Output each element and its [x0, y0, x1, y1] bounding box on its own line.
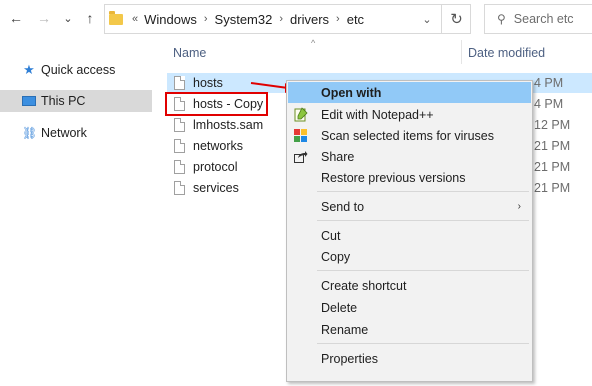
breadcrumb-windows[interactable]: Windows — [144, 12, 197, 27]
menu-item-restore-previous-versions[interactable]: Restore previous versions — [288, 167, 531, 188]
file-icon — [174, 160, 185, 174]
sort-ascending-icon: ^ — [311, 38, 316, 48]
file-row-lmhosts[interactable]: lmhosts.sam — [167, 115, 263, 135]
back-button[interactable]: ← — [6, 8, 26, 28]
chevron-down-icon: ⌄ — [422, 13, 432, 26]
menu-item-label: Cut — [321, 228, 341, 243]
menu-item-label: Copy — [321, 249, 351, 264]
nav-this-pc[interactable]: This PC — [0, 90, 152, 112]
file-row-protocol[interactable]: protocol — [167, 157, 237, 177]
column-header-name[interactable]: Name — [173, 46, 206, 60]
file-icon — [174, 181, 185, 195]
file-date: 21 PM — [534, 139, 571, 153]
menu-item-send-to[interactable]: Send to › — [288, 196, 531, 217]
computer-icon — [22, 95, 36, 106]
file-name: protocol — [193, 160, 238, 174]
address-dropdown-button[interactable]: ⌄ — [413, 4, 441, 34]
file-date: 21 PM — [534, 181, 571, 195]
refresh-button[interactable]: ↻ — [441, 4, 471, 34]
file-date: 4 PM — [534, 76, 564, 90]
context-menu: Open with Edit with Notepad++ Scan selec… — [286, 80, 533, 382]
breadcrumb-system32[interactable]: System32 — [215, 12, 273, 27]
column-divider[interactable] — [461, 40, 462, 64]
breadcrumb-drivers[interactable]: drivers — [290, 12, 329, 27]
nav-label: Network — [41, 126, 87, 140]
menu-separator — [317, 343, 529, 344]
breadcrumb-separator[interactable]: › — [204, 13, 208, 25]
breadcrumb-etc[interactable]: etc — [347, 12, 364, 27]
menu-item-copy[interactable]: Copy — [288, 246, 531, 267]
menu-item-label: Create shortcut — [321, 278, 407, 293]
folder-icon — [109, 10, 123, 25]
menu-item-label: Properties — [321, 351, 378, 366]
file-name: networks — [193, 139, 244, 153]
back-arrow-icon: ← — [9, 10, 23, 26]
menu-item-share[interactable]: Share — [288, 146, 531, 167]
menu-item-label: Scan selected items for viruses — [321, 128, 494, 143]
submenu-chevron-icon: › — [517, 201, 521, 212]
up-button[interactable]: ↑ — [80, 8, 100, 28]
notepadplusplus-icon — [292, 107, 308, 123]
search-placeholder: Search etc — [513, 12, 574, 26]
file-name: lmhosts.sam — [193, 118, 264, 132]
star-icon: ★ — [23, 62, 35, 77]
file-icon — [174, 97, 185, 111]
forward-arrow-icon: → — [37, 10, 51, 26]
nav-quick-access[interactable]: ★ Quick access — [0, 59, 152, 81]
file-name: hosts — [193, 76, 223, 90]
menu-item-label: Edit with Notepad++ — [321, 107, 434, 122]
file-date: 12 PM — [534, 118, 571, 132]
refresh-icon: ↻ — [450, 11, 463, 28]
menu-item-label: Share — [321, 149, 355, 164]
network-icon: ⛓ — [22, 126, 38, 140]
menu-separator — [317, 220, 529, 221]
file-icon — [174, 118, 185, 132]
breadcrumb-separator[interactable]: › — [279, 13, 283, 25]
menu-item-label: Delete — [321, 300, 358, 315]
menu-item-label: Open with — [321, 85, 382, 100]
share-icon — [292, 149, 308, 165]
file-icon — [174, 76, 185, 90]
menu-item-properties[interactable]: Properties — [288, 348, 531, 369]
file-row-services[interactable]: services — [167, 178, 239, 198]
file-date: 21 PM — [534, 160, 571, 174]
menu-item-cut[interactable]: Cut — [288, 225, 531, 246]
menu-item-scan-viruses[interactable]: Scan selected items for viruses — [288, 125, 531, 146]
file-icon — [174, 139, 185, 153]
column-header-date-modified[interactable]: Date modified — [468, 46, 545, 60]
menu-item-edit-with-notepad[interactable]: Edit with Notepad++ — [288, 104, 531, 125]
up-arrow-icon: ↑ — [86, 10, 94, 26]
menu-item-label: Restore previous versions — [321, 170, 466, 185]
menu-separator — [317, 270, 529, 271]
recent-locations-button[interactable]: ⌄ — [58, 8, 78, 28]
menu-item-delete[interactable]: Delete — [288, 297, 531, 318]
file-name: hosts - Copy — [193, 97, 264, 111]
nav-network[interactable]: ⛓ Network — [0, 122, 152, 144]
menu-item-open-with[interactable]: Open with — [288, 82, 531, 103]
menu-item-rename[interactable]: Rename — [288, 319, 531, 340]
file-row-hosts-copy[interactable]: hosts - Copy — [165, 92, 268, 116]
menu-item-create-shortcut[interactable]: Create shortcut — [288, 275, 531, 296]
search-box[interactable]: ⚲ Search etc — [484, 4, 592, 34]
antivirus-icon — [292, 128, 308, 144]
file-date: 4 PM — [534, 97, 564, 111]
nav-label: Quick access — [41, 63, 116, 77]
file-name: services — [193, 181, 239, 195]
menu-item-label: Send to — [321, 199, 365, 214]
menu-item-label: Rename — [321, 322, 369, 337]
file-row-networks[interactable]: networks — [167, 136, 243, 156]
overflow-chevron[interactable]: « — [132, 13, 138, 25]
search-icon: ⚲ — [497, 12, 506, 26]
nav-label: This PC — [41, 94, 86, 108]
chevron-down-icon: ⌄ — [63, 12, 73, 25]
forward-button[interactable]: → — [34, 8, 54, 28]
menu-separator — [317, 191, 529, 192]
breadcrumb-separator[interactable]: › — [336, 13, 340, 25]
